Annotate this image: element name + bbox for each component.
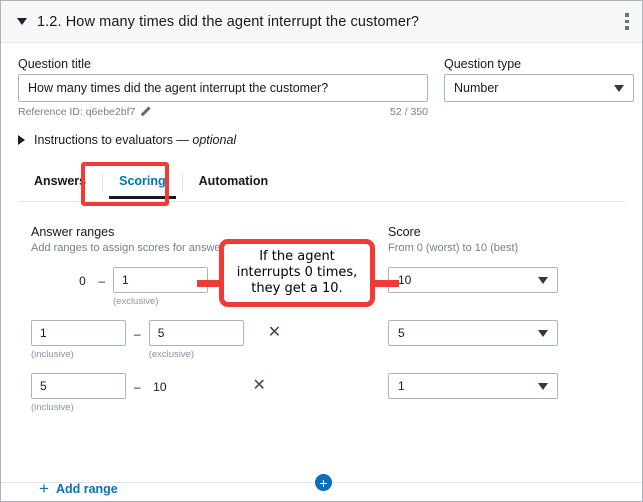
table-row: 1 (inclusive) – 5 (exclusive) ✕	[31, 320, 291, 366]
character-counter: 52 / 350	[390, 106, 428, 118]
score-select-row-1[interactable]: 10	[388, 267, 558, 293]
card-header: 1.2. How many times did the agent interr…	[1, 1, 642, 43]
question-editor-card: 1.2. How many times did the agent interr…	[0, 0, 643, 502]
score-select-row-2[interactable]: 5	[388, 320, 558, 346]
annotation-connector-right	[371, 280, 399, 287]
range-1-to-hint: (exclusive)	[113, 296, 208, 307]
question-title-input[interactable]: How many times did the agent interrupt t…	[18, 74, 428, 102]
caret-right-icon	[18, 135, 25, 145]
range-1-to-input[interactable]: 1	[113, 267, 208, 293]
range-3-from-input[interactable]: 5	[31, 373, 126, 399]
range-2-dash: –	[134, 327, 141, 341]
plus-circle-icon: +	[319, 476, 327, 490]
range-2-to-input[interactable]: 5	[149, 320, 244, 346]
instructions-label: Instructions to evaluators — optional	[34, 133, 236, 147]
question-type-label: Question type	[444, 57, 521, 71]
annotation-callout: If the agent interrupts 0 times, they ge…	[219, 239, 375, 307]
chevron-down-icon	[614, 85, 624, 92]
chevron-down-icon	[538, 277, 548, 284]
range-2-from-hint: (inclusive)	[31, 349, 126, 360]
add-question-button[interactable]: +	[315, 474, 332, 491]
kebab-menu-icon[interactable]	[625, 13, 629, 33]
remove-range-2-button[interactable]: ✕	[268, 324, 281, 341]
chevron-down-icon	[538, 383, 548, 390]
question-title-label: Question title	[18, 57, 91, 71]
reference-id-row: Reference ID: q6ebe2bf7 52 / 350	[18, 106, 428, 118]
score-value-1: 10	[398, 273, 411, 287]
question-type-select[interactable]: Number	[444, 74, 634, 102]
caret-down-icon[interactable]	[17, 18, 27, 25]
score-value-3: 1	[398, 379, 405, 393]
range-2-from-input[interactable]: 1	[31, 320, 126, 346]
range-3-dash: –	[134, 380, 141, 394]
range-2-to-hint: (exclusive)	[149, 349, 244, 360]
chevron-down-icon	[538, 330, 548, 337]
range-1-from-value: 0	[79, 274, 86, 288]
reference-id-text: Reference ID: q6ebe2bf7	[18, 106, 135, 118]
score-subtitle: From 0 (worst) to 10 (best)	[388, 242, 638, 254]
instructions-toggle[interactable]: Instructions to evaluators — optional	[18, 133, 236, 147]
annotation-callout-text: If the agent interrupts 0 times, they ge…	[224, 249, 370, 297]
table-row: 5 (inclusive) – 10 ✕	[31, 373, 291, 419]
instructions-optional: optional	[192, 133, 236, 147]
instructions-text: Instructions to evaluators —	[34, 133, 192, 147]
range-3-from-hint: (inclusive)	[31, 402, 126, 413]
remove-range-3-button[interactable]: ✕	[253, 377, 266, 394]
annotation-highlight-scoring-tab	[81, 162, 169, 206]
answer-ranges-title: Answer ranges	[31, 225, 381, 239]
tab-automation[interactable]: Automation	[183, 167, 284, 198]
question-type-value: Number	[454, 81, 498, 95]
score-select-row-3[interactable]: 1	[388, 373, 558, 399]
range-1-dash: –	[98, 274, 105, 288]
score-value-2: 5	[398, 326, 405, 340]
page-title: 1.2. How many times did the agent interr…	[37, 14, 419, 30]
range-3-to-value: 10	[153, 380, 166, 394]
pencil-icon[interactable]	[140, 107, 150, 117]
add-range-label: Add range	[56, 482, 118, 496]
score-column-header: Score From 0 (worst) to 10 (best)	[388, 225, 638, 254]
score-title: Score	[388, 225, 638, 239]
